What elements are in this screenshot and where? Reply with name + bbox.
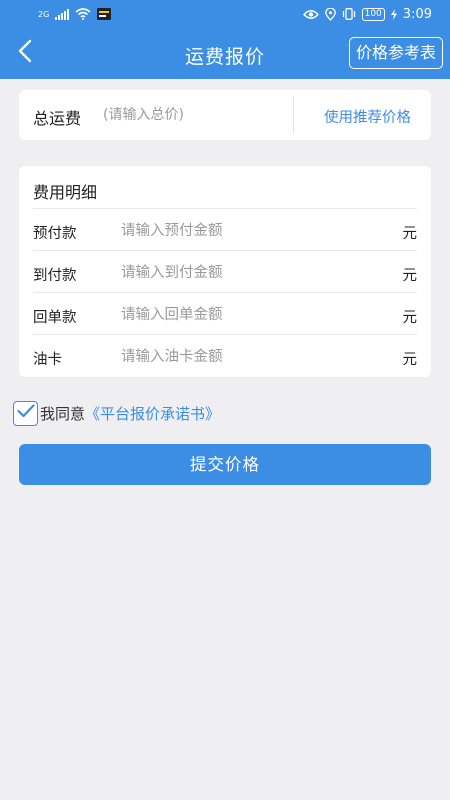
status-bar: 2G 100 3:09 <box>0 0 450 28</box>
signal-icon <box>55 8 70 20</box>
checkmark-icon <box>16 404 35 422</box>
use-recommended-price-link[interactable]: 使用推荐价格 <box>324 106 411 127</box>
receipt-label: 回单款 <box>33 310 77 326</box>
cod-input[interactable] <box>121 262 361 284</box>
prepaid-unit: 元 <box>402 226 418 242</box>
agreement-checkbox[interactable] <box>13 400 38 426</box>
fuel-card-unit: 元 <box>402 352 418 368</box>
vibrate-icon <box>342 8 356 20</box>
receipt-input[interactable] <box>121 304 361 326</box>
fuel-card-row: 油卡 元 <box>33 334 417 376</box>
total-freight-label: 总运费 <box>33 109 82 128</box>
fuel-card-label: 油卡 <box>33 352 62 368</box>
fuel-card-input[interactable] <box>121 346 361 368</box>
location-icon <box>324 7 336 21</box>
receipt-row: 回单款 元 <box>33 292 417 334</box>
price-reference-button[interactable]: 价格参考表 <box>348 37 443 69</box>
cod-row: 到付款 元 <box>33 250 417 292</box>
total-freight-input[interactable] <box>103 104 293 126</box>
fee-details-title: 费用明细 <box>33 183 98 202</box>
status-left: 2G <box>38 8 112 20</box>
network-label: 2G <box>38 9 50 19</box>
status-right: 100 3:09 <box>302 6 432 22</box>
fee-details-card: 费用明细 预付款 元 到付款 元 回单款 元 油卡 元 <box>19 166 431 377</box>
wifi-icon <box>75 8 91 20</box>
clock: 3:09 <box>402 6 432 22</box>
cod-label: 到付款 <box>33 268 77 284</box>
eye-icon <box>302 9 319 20</box>
nav-bar: 运费报价 价格参考表 <box>0 28 450 79</box>
prepaid-label: 预付款 <box>33 226 77 242</box>
agreement-prefix: 我同意 <box>40 404 86 423</box>
charging-icon <box>390 8 397 20</box>
receipt-unit: 元 <box>402 310 418 326</box>
price-commitment-link[interactable]: 《平台报价承诺书》 <box>85 403 220 424</box>
battery-icon: 100 <box>361 7 385 21</box>
divider <box>293 96 294 134</box>
submit-price-button[interactable]: 提交价格 <box>19 444 431 485</box>
agreement-row: 我同意 《平台报价承诺书》 <box>13 400 220 426</box>
app-notification-icon <box>97 8 112 20</box>
total-freight-card: 总运费 使用推荐价格 <box>19 90 431 140</box>
cod-unit: 元 <box>402 268 418 284</box>
prepaid-row: 预付款 元 <box>33 208 417 250</box>
prepaid-input[interactable] <box>121 220 361 242</box>
